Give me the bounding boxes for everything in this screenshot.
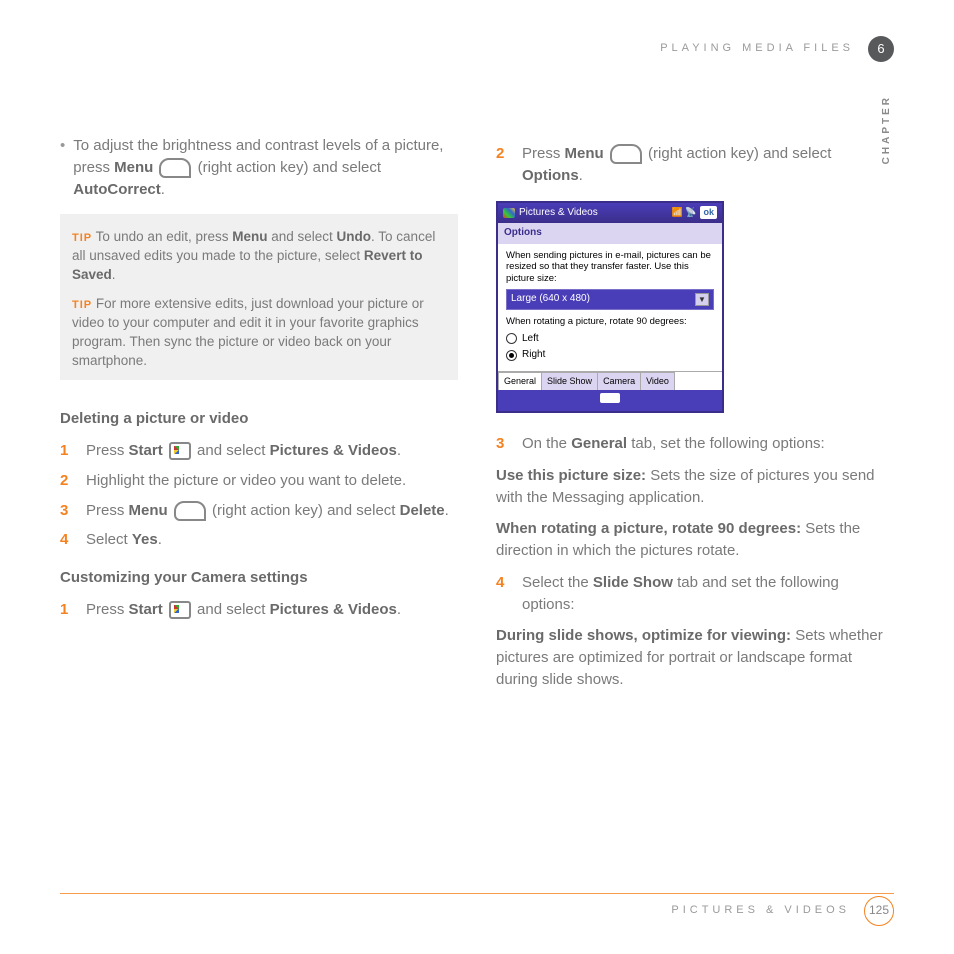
footer-section: PICTURES & VIDEOS [671, 903, 850, 919]
radio-icon [506, 333, 517, 344]
signal-icon: 📶 📡 [672, 206, 697, 219]
screenshot-tabs: General Slide Show Camera Video [498, 371, 722, 390]
dropdown-arrow-icon: ▼ [695, 293, 709, 307]
tip-box: TIP To undo an edit, press Menu and sele… [60, 214, 458, 380]
tab-camera: Camera [597, 372, 641, 390]
option-picsize: Use this picture size: Sets the size of … [496, 465, 894, 509]
windows-icon [169, 601, 191, 619]
screenshot-body: When sending pictures in e-mail, picture… [498, 244, 722, 371]
device-screenshot: Pictures & Videos 📶 📡 ok Options When se… [496, 201, 724, 414]
action-key-icon [174, 501, 206, 521]
step-r2: 2Press Menu (right action key) and selec… [496, 143, 894, 187]
page-header: PLAYING MEDIA FILES 6 [660, 36, 894, 62]
chapter-label: CHAPTER [880, 95, 895, 164]
keyboard-icon [600, 393, 620, 403]
bullet-dot: • [60, 135, 65, 200]
options-header: Options [498, 223, 722, 244]
right-column: 2Press Menu (right action key) and selec… [496, 135, 894, 701]
action-key-icon [610, 144, 642, 164]
radio-icon-checked [506, 350, 517, 361]
windows-icon [169, 442, 191, 460]
step-2: 2Highlight the picture or video you want… [60, 470, 458, 492]
tab-slideshow: Slide Show [541, 372, 598, 390]
content-columns: • To adjust the brightness and contrast … [60, 135, 894, 701]
page-footer: PICTURES & VIDEOS 125 [671, 896, 894, 926]
radio-right: Right [506, 348, 714, 363]
bullet-text: To adjust the brightness and contrast le… [73, 135, 458, 200]
step-1: 1Press Start and select Pictures & Video… [60, 440, 458, 462]
start-flag-icon [503, 208, 515, 218]
screenshot-titlebar: Pictures & Videos 📶 📡 ok [498, 203, 722, 224]
step-3: 3Press Menu (right action key) and selec… [60, 500, 458, 522]
subheading-deleting: Deleting a picture or video [60, 408, 458, 430]
size-dropdown: Large (640 x 480)▼ [506, 289, 714, 310]
option-slideshow: During slide shows, optimize for viewing… [496, 625, 894, 690]
keyboard-row [498, 390, 722, 412]
section-title: PLAYING MEDIA FILES [660, 41, 854, 57]
rotate-label: When rotating a picture, rotate 90 degre… [506, 316, 714, 328]
subheading-customizing: Customizing your Camera settings [60, 567, 458, 589]
radio-left: Left [506, 332, 714, 347]
step-4: 4Select Yes. [60, 529, 458, 551]
step-r3: 3On the General tab, set the following o… [496, 433, 894, 455]
tab-video: Video [640, 372, 675, 390]
chapter-number-badge: 6 [868, 36, 894, 62]
tip-1: TIP To undo an edit, press Menu and sele… [72, 228, 446, 285]
screenshot-title: Pictures & Videos [519, 206, 598, 221]
tab-general: General [498, 372, 542, 390]
step-c1: 1Press Start and select Pictures & Video… [60, 599, 458, 621]
page-number: 125 [864, 896, 894, 926]
option-rotate: When rotating a picture, rotate 90 degre… [496, 518, 894, 562]
step-r4: 4Select the Slide Show tab and set the f… [496, 572, 894, 616]
left-column: • To adjust the brightness and contrast … [60, 135, 458, 701]
manual-page: PLAYING MEDIA FILES 6 CHAPTER • To adjus… [0, 0, 954, 954]
footer-divider [60, 893, 894, 894]
tip-2: TIP For more extensive edits, just downl… [72, 295, 446, 371]
description-text: When sending pictures in e-mail, picture… [506, 250, 714, 286]
action-key-icon [159, 158, 191, 178]
bullet-item: • To adjust the brightness and contrast … [60, 135, 458, 200]
ok-button: ok [700, 206, 717, 219]
